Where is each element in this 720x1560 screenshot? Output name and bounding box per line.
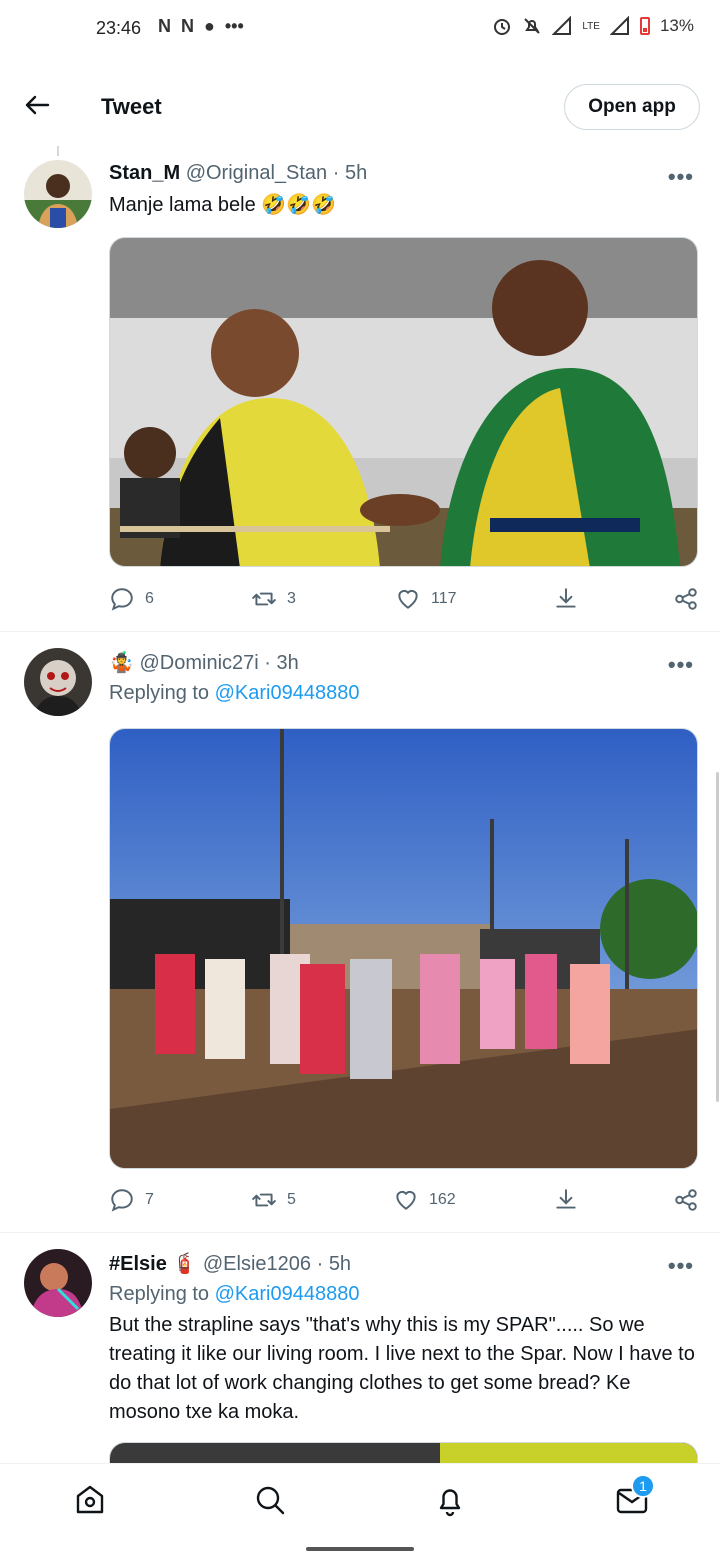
- reply-icon: [111, 588, 133, 611]
- more-options-icon[interactable]: •••: [668, 1253, 694, 1279]
- alarm-icon: [494, 19, 511, 35]
- share-icon: [675, 1189, 697, 1211]
- separator: ·: [264, 652, 271, 674]
- tweet-header: Stan_M @Original_Stan · 5h: [109, 162, 367, 185]
- reply-count: 6: [145, 590, 154, 607]
- page-title: Tweet: [101, 94, 162, 119]
- download-icon: [556, 1189, 576, 1209]
- display-name[interactable]: #Elsie: [109, 1253, 167, 1275]
- tweet-text: But the strapline says "that's why this …: [109, 1314, 695, 1423]
- share-button[interactable]: [673, 586, 699, 612]
- display-name-emoji: 🧯: [172, 1253, 198, 1275]
- handle[interactable]: @Dominic27i: [139, 652, 258, 674]
- share-icon: [675, 588, 697, 610]
- display-name[interactable]: Stan_M: [109, 162, 180, 184]
- search-icon[interactable]: [252, 1482, 288, 1518]
- handle[interactable]: @Original_Stan: [186, 162, 327, 184]
- home-icon[interactable]: [72, 1482, 108, 1518]
- signal-icon: [609, 16, 629, 35]
- avatar[interactable]: [24, 1249, 92, 1317]
- back-arrow-icon[interactable]: [22, 90, 52, 120]
- retweet-icon: [252, 1193, 276, 1207]
- replying-to-label: Replying to: [109, 682, 210, 704]
- system-icons: LTE 13%: [492, 16, 694, 36]
- like-count: 117: [431, 590, 457, 607]
- replying-to: Replying to @Kari09448880: [109, 1283, 359, 1306]
- tweet-image[interactable]: [109, 237, 698, 567]
- reply-count: 7: [145, 1191, 154, 1208]
- avatar[interactable]: [24, 160, 92, 228]
- retweet-icon: [252, 592, 276, 606]
- scrollbar[interactable]: [716, 772, 719, 1102]
- download-icon: [556, 588, 576, 608]
- notification-icons: N N ● •••: [158, 16, 244, 37]
- heart-icon: [398, 589, 418, 609]
- lte-label: LTE: [582, 20, 600, 32]
- reply-icon: [111, 1189, 133, 1212]
- thread-line: [57, 146, 59, 156]
- reply-button[interactable]: 6: [109, 586, 154, 612]
- bell-icon[interactable]: [432, 1482, 468, 1518]
- messages-badge: 1: [631, 1474, 655, 1498]
- home-indicator[interactable]: [306, 1547, 414, 1551]
- header: Tweet Open app: [0, 66, 720, 146]
- timestamp[interactable]: 5h: [329, 1253, 351, 1275]
- handle[interactable]: @Elsie1206: [203, 1253, 311, 1275]
- heart-icon: [396, 1190, 416, 1210]
- avatar[interactable]: [24, 648, 92, 716]
- bookmark-button[interactable]: [553, 586, 579, 612]
- like-button[interactable]: 117: [395, 586, 457, 612]
- tweet[interactable]: 🤹 @Dominic27i · 3h ••• Replying to @Kari…: [0, 632, 720, 1233]
- tweet-header: #Elsie 🧯 @Elsie1206 · 5h: [109, 1251, 351, 1276]
- bottom-navigation: [0, 1463, 720, 1537]
- mention-link[interactable]: @Kari09448880: [215, 682, 360, 704]
- tweet-header: 🤹 @Dominic27i · 3h: [109, 650, 299, 675]
- battery-icon: [639, 17, 650, 35]
- mute-icon: [524, 18, 541, 34]
- n-notification-icon: N: [158, 16, 171, 36]
- timestamp[interactable]: 3h: [277, 652, 299, 674]
- retweet-count: 5: [287, 1191, 296, 1208]
- like-button[interactable]: 162: [393, 1187, 456, 1213]
- tweet[interactable]: #Elsie 🧯 @Elsie1206 · 5h ••• Replying to…: [0, 1233, 720, 1482]
- reply-button[interactable]: 7: [109, 1187, 154, 1213]
- tweet[interactable]: Stan_M @Original_Stan · 5h ••• Manje lam…: [0, 146, 720, 632]
- more-options-icon[interactable]: •••: [668, 652, 694, 678]
- battery-percent: 13%: [659, 16, 694, 35]
- mention-link[interactable]: @Kari09448880: [215, 1283, 360, 1305]
- retweet-button[interactable]: 5: [251, 1187, 296, 1213]
- n-notification-icon: N: [181, 16, 194, 36]
- chat-notification-icon: ●: [204, 16, 215, 36]
- status-time: 23:46: [96, 18, 142, 38]
- replying-to-label: Replying to: [109, 1283, 210, 1305]
- like-count: 162: [429, 1191, 456, 1208]
- more-notifications-icon: •••: [224, 16, 244, 36]
- tweet-image[interactable]: [109, 728, 698, 1169]
- open-app-button[interactable]: Open app: [564, 84, 700, 130]
- share-button[interactable]: [673, 1187, 699, 1213]
- signal-icon: [552, 16, 572, 35]
- tweet-actions: 7 5 162: [109, 1187, 699, 1217]
- retweet-count: 3: [287, 590, 296, 607]
- replying-to: Replying to @Kari09448880: [109, 682, 359, 705]
- tweet-text: Manje lama bele 🤣🤣🤣: [109, 194, 337, 216]
- tweet-actions: 6 3 117: [109, 586, 699, 616]
- separator: ·: [316, 1253, 324, 1275]
- status-bar: 23:46 N N ● ••• LTE 13%: [0, 0, 720, 60]
- display-name-emoji[interactable]: 🤹: [109, 652, 134, 674]
- separator: ·: [332, 162, 340, 184]
- bookmark-button[interactable]: [553, 1187, 579, 1213]
- timestamp[interactable]: 5h: [345, 162, 367, 184]
- retweet-button[interactable]: 3: [251, 586, 296, 612]
- more-options-icon[interactable]: •••: [668, 164, 694, 190]
